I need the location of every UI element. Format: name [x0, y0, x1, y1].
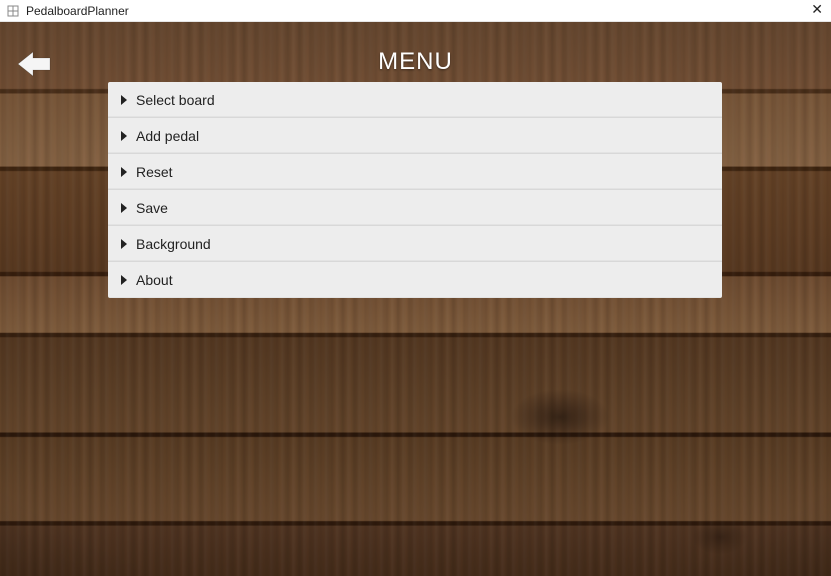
menu-item-reset[interactable]: Reset [108, 154, 722, 190]
chevron-right-icon [118, 274, 130, 286]
menu-item-label: Add pedal [136, 128, 199, 144]
chevron-right-icon [118, 166, 130, 178]
menu-item-label: Reset [136, 164, 173, 180]
menu-item-label: About [136, 272, 173, 288]
menu-item-save[interactable]: Save [108, 190, 722, 226]
menu-item-background[interactable]: Background [108, 226, 722, 262]
app-viewport: MENU Select board Add pedal Reset Save [0, 22, 831, 576]
menu-item-add-pedal[interactable]: Add pedal [108, 118, 722, 154]
chevron-right-icon [118, 94, 130, 106]
menu-panel: Select board Add pedal Reset Save Backgr… [108, 82, 722, 298]
page-title: MENU [0, 48, 831, 76]
window-close-button[interactable]: ✕ [811, 2, 823, 16]
chevron-right-icon [118, 130, 130, 142]
menu-item-about[interactable]: About [108, 262, 722, 298]
window-title: PedalboardPlanner [26, 4, 129, 18]
menu-item-label: Save [136, 200, 168, 216]
app-icon [6, 4, 20, 18]
menu-item-label: Select board [136, 92, 215, 108]
chevron-right-icon [118, 238, 130, 250]
menu-item-label: Background [136, 236, 211, 252]
chevron-right-icon [118, 202, 130, 214]
window-titlebar: PedalboardPlanner ✕ [0, 0, 831, 22]
menu-item-select-board[interactable]: Select board [108, 82, 722, 118]
